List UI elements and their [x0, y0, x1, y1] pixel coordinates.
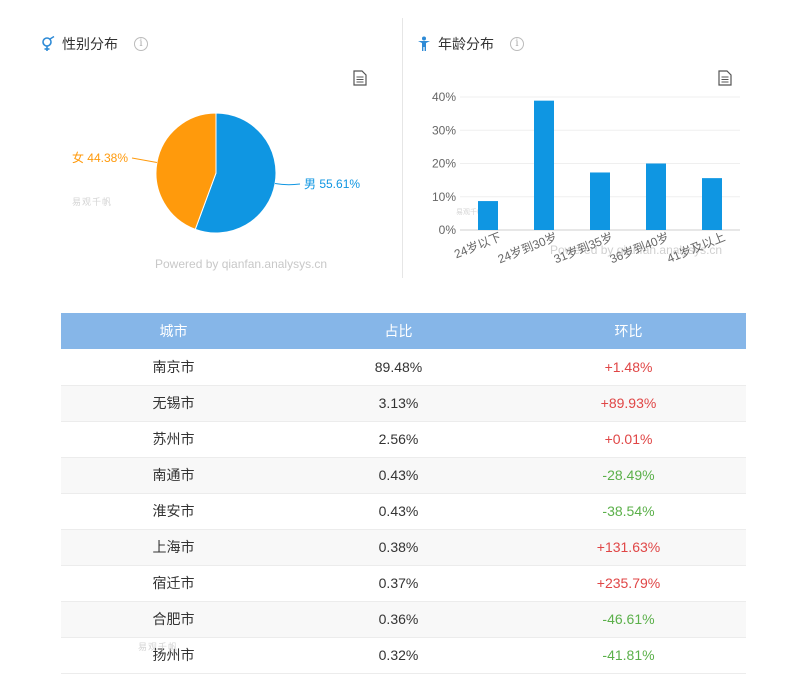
cell-share: 0.43%: [286, 493, 511, 530]
cell-change: -28.49%: [511, 457, 746, 494]
cell-share: 0.38%: [286, 529, 511, 566]
cell-city: 宿迁市: [61, 565, 286, 602]
cell-change: +89.93%: [511, 385, 746, 422]
header-change[interactable]: 环比: [511, 313, 746, 349]
header-city[interactable]: 城市: [61, 313, 286, 349]
table-row[interactable]: 苏州市 2.56% +0.01%: [61, 421, 746, 458]
age-bar[interactable]: [646, 163, 666, 231]
pie-leader-line: [131, 157, 158, 163]
cell-change: +0.01%: [511, 421, 746, 458]
cell-change: -46.61%: [511, 601, 746, 638]
cell-share: 0.36%: [286, 601, 511, 638]
table-row[interactable]: 合肥市 0.36% -46.61%: [61, 601, 746, 638]
table-row[interactable]: 南京市 89.48% +1.48%: [61, 349, 746, 386]
age-bar[interactable]: [702, 178, 722, 230]
city-table: 城市 占比 环比 南京市 89.48% +1.48% 无锡市 3.13% +89.93% 苏…: [61, 313, 746, 674]
gender-pie-chart: 男 55.61% 女 44.38%: [72, 112, 360, 234]
age-panel: 年龄分布 i 0% 10% 20% 30% 40% 易观千帆 Powered by qian…: [404, 0, 800, 280]
table-row[interactable]: 无锡市 3.13% +89.93%: [61, 385, 746, 422]
y-tick-label: 40%: [432, 90, 456, 104]
cell-share: 89.48%: [286, 349, 511, 386]
cell-share: 0.32%: [286, 637, 511, 674]
table-row[interactable]: 南通市 0.43% -28.49%: [61, 457, 746, 494]
age-bar-chart: 0%10%20%30%40%易观千帆Powered by qianfan.ana…: [432, 90, 740, 266]
panel-divider: [402, 18, 403, 278]
cell-change: -38.54%: [511, 493, 746, 530]
table-row[interactable]: 上海市 0.38% +131.63%: [61, 529, 746, 566]
age-bar[interactable]: [478, 201, 498, 230]
cell-city: 南京市: [61, 349, 286, 386]
age-bar[interactable]: [590, 172, 610, 230]
cell-city: 上海市: [61, 529, 286, 566]
y-tick-label: 0%: [439, 223, 457, 237]
cell-city: 苏州市: [61, 421, 286, 458]
watermark-text: 易观千帆: [138, 642, 179, 652]
cell-share: 0.43%: [286, 457, 511, 494]
cell-share: 2.56%: [286, 421, 511, 458]
age-bar[interactable]: [534, 100, 554, 230]
pie-leader-line: [274, 183, 301, 186]
cell-change: +131.63%: [511, 529, 746, 566]
cell-city: 淮安市: [61, 493, 286, 530]
pie-label: 男 55.61%: [304, 177, 360, 191]
powered-by-text: Powered by qianfan.analysys.cn: [155, 257, 328, 271]
cell-change: +1.48%: [511, 349, 746, 386]
cell-share: 3.13%: [286, 385, 511, 422]
pie-label: 女 44.38%: [72, 150, 128, 165]
cell-share: 0.37%: [286, 565, 511, 602]
cell-city: 南通市: [61, 457, 286, 494]
y-tick-label: 20%: [432, 157, 456, 171]
y-tick-label: 10%: [432, 190, 456, 204]
x-tick-label: 24岁以下: [452, 229, 503, 261]
cell-change: -41.81%: [511, 637, 746, 674]
cell-city: 合肥市: [61, 601, 286, 638]
header-share[interactable]: 占比: [286, 313, 511, 349]
gender-panel: 性别分布 i 男 55.61% 女 44.38% 易观千帆 Powered by …: [0, 0, 403, 280]
table-header-row: 城市 占比 环比: [61, 313, 746, 349]
cell-change: +235.79%: [511, 565, 746, 602]
table-row[interactable]: 淮安市 0.43% -38.54%: [61, 493, 746, 530]
cell-city: 无锡市: [61, 385, 286, 422]
watermark-text: 易观千帆: [72, 197, 113, 207]
table-row[interactable]: 宿迁市 0.37% +235.79%: [61, 565, 746, 602]
y-tick-label: 30%: [432, 123, 456, 137]
